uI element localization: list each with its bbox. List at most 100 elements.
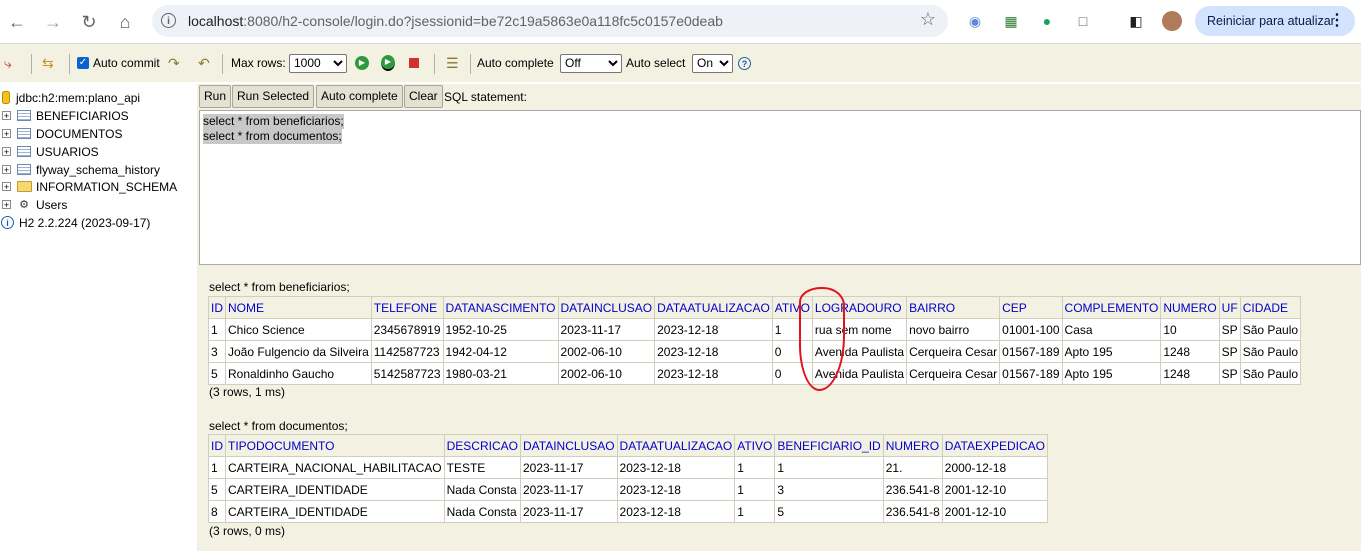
column-header[interactable]: ATIVO <box>771 296 813 319</box>
toolbar-separator <box>31 54 32 74</box>
column-header[interactable]: DATAEXPEDICAO <box>941 434 1049 457</box>
users-icon: ⚙ <box>19 199 29 211</box>
tree-connection[interactable]: jdbc:h2:mem:plano_api <box>2 89 140 106</box>
tree-item-usuarios[interactable]: + USUARIOS <box>2 143 99 160</box>
expand-icon[interactable]: + <box>2 111 11 121</box>
table-cell: CARTEIRA_NACIONAL_HABILITACAO <box>225 456 445 479</box>
table-icon <box>17 146 31 157</box>
back-icon[interactable]: ← <box>4 9 30 35</box>
checkbox-checked-icon[interactable]: ✓ <box>77 57 89 69</box>
expand-icon[interactable]: + <box>2 200 11 210</box>
expand-icon[interactable]: + <box>2 165 11 175</box>
column-header[interactable]: NUMERO <box>882 434 943 457</box>
disconnect-icon[interactable]: ⤷ <box>4 44 12 82</box>
auto-complete-button[interactable]: Auto complete <box>316 85 403 108</box>
column-header[interactable]: TIPODOCUMENTO <box>225 434 445 457</box>
h2-toolbar: ⤷ ⇆ ✓ Auto commit ↷ ↶ Max rows: 1000 ▶ ▶ … <box>0 44 1361 82</box>
column-header[interactable]: BENEFICIARIO_ID <box>774 434 884 457</box>
clear-button[interactable]: Clear <box>404 85 443 108</box>
bookmark-star-icon[interactable]: ☆ <box>920 9 936 30</box>
table-cell: 2023-11-17 <box>519 500 618 523</box>
table-cell: 236.541-8 <box>882 500 943 523</box>
run-icon[interactable]: ▶ <box>355 44 369 82</box>
table-cell: 1 <box>771 318 813 341</box>
table-cell: 2023-12-18 <box>654 362 773 385</box>
update-button-label: Reiniciar para atualizar <box>1207 14 1335 28</box>
sheet-extension-icon[interactable]: ▦ <box>1000 10 1022 32</box>
table-cell: 2023-12-18 <box>616 500 736 523</box>
tree-item-flyway[interactable]: + flyway_schema_history <box>2 161 160 178</box>
column-header[interactable]: ID <box>208 296 226 319</box>
table-icon <box>17 164 31 175</box>
auto-commit-checkbox[interactable]: ✓ Auto commit <box>77 44 160 82</box>
help-icon[interactable]: ? <box>738 44 751 82</box>
column-header[interactable]: DESCRICAO <box>443 434 521 457</box>
home-icon[interactable]: ⌂ <box>112 9 138 35</box>
column-header[interactable]: UF <box>1218 296 1241 319</box>
forward-icon[interactable]: → <box>40 9 66 35</box>
rollback-icon[interactable]: ↶ <box>198 44 210 82</box>
column-header[interactable]: ID <box>208 434 226 457</box>
table-row: 8 CARTEIRA_IDENTIDADE Nada Consta 2023-11-1… <box>208 500 1049 523</box>
menu-dots-icon[interactable]: ⋮ <box>1329 6 1345 36</box>
extensions-puzzle-icon[interactable]: □ <box>1072 10 1094 32</box>
tree-item-users[interactable]: + ⚙ Users <box>2 196 67 213</box>
table-header-row: ID NOME TELEFONE DATANASCIMENTO DATAINCLUSAO… <box>208 296 1302 319</box>
column-header[interactable]: BAIRRO <box>906 296 1001 319</box>
reload-icon[interactable]: ↻ <box>76 9 102 35</box>
tree-item-information-schema[interactable]: + INFORMATION_SCHEMA <box>2 178 177 195</box>
column-header[interactable]: TELEFONE <box>370 296 444 319</box>
result1-count: (3 rows, 1 ms) <box>209 385 286 399</box>
column-header[interactable]: DATAINCLUSAO <box>519 434 618 457</box>
column-header[interactable]: NUMERO <box>1160 296 1220 319</box>
column-header[interactable]: CEP <box>999 296 1063 319</box>
tree-item-label: DOCUMENTOS <box>36 126 123 141</box>
sql-line: select * from documentos; <box>203 129 342 144</box>
table-cell: 2001-12-10 <box>941 478 1049 501</box>
table-cell: 01567-189 <box>999 340 1063 363</box>
table-cell: 1 <box>734 478 776 501</box>
column-header[interactable]: ATIVO <box>734 434 776 457</box>
auto-select-select-wrap: On <box>692 44 733 82</box>
run-selected-icon[interactable]: ▶ <box>381 44 395 82</box>
column-header[interactable]: LOGRADOURO <box>811 296 908 319</box>
column-header[interactable]: COMPLEMENTO <box>1061 296 1162 319</box>
expand-icon[interactable]: + <box>2 129 11 139</box>
commit-icon[interactable]: ↷ <box>168 44 180 82</box>
address-bar[interactable]: i localhost:8080/h2-console/login.do?jse… <box>152 5 948 37</box>
max-rows-select[interactable]: 1000 <box>289 53 347 73</box>
auto-complete-select[interactable]: Off <box>560 53 622 73</box>
run-button[interactable]: Run <box>199 85 232 108</box>
column-header[interactable]: DATAINCLUSAO <box>557 296 656 319</box>
history-icon[interactable]: ☰ <box>446 44 459 82</box>
column-header[interactable]: NOME <box>225 296 372 319</box>
table-cell: Avenida Paulista <box>811 340 908 363</box>
extension-icon[interactable]: ◉ <box>964 10 986 32</box>
refresh-icon[interactable]: ⇆ <box>42 44 54 82</box>
auto-select-select[interactable]: On <box>692 53 733 73</box>
column-header[interactable]: CIDADE <box>1239 296 1302 319</box>
expand-icon[interactable]: + <box>2 147 11 157</box>
result2-count: (3 rows, 0 ms) <box>209 524 286 538</box>
table-cell: SP <box>1218 362 1241 385</box>
column-header[interactable]: DATAATUALIZACAO <box>654 296 773 319</box>
stop-icon[interactable] <box>409 44 419 82</box>
auto-commit-label: Auto commit <box>93 56 160 70</box>
site-info-icon[interactable]: i <box>161 13 176 28</box>
expand-icon[interactable]: + <box>2 182 11 192</box>
signal-extension-icon[interactable]: ● <box>1036 10 1058 32</box>
update-button[interactable]: Reiniciar para atualizar ⋮ <box>1195 6 1355 36</box>
table-cell: 1 <box>208 456 226 479</box>
side-panel-icon[interactable]: ◧ <box>1125 10 1147 32</box>
tree-item-documentos[interactable]: + DOCUMENTOS <box>2 125 122 142</box>
column-header[interactable]: DATAATUALIZACAO <box>616 434 736 457</box>
tree-item-beneficiarios[interactable]: + BENEFICIARIOS <box>2 107 129 124</box>
toolbar-separator <box>470 54 471 74</box>
run-selected-button[interactable]: Run Selected <box>232 85 315 108</box>
sql-editor[interactable]: select * from beneficiarios; select * fr… <box>199 110 1361 265</box>
column-header[interactable]: DATANASCIMENTO <box>442 296 559 319</box>
table-cell: João Fulgencio da Silveira <box>225 340 372 363</box>
table-cell: 1980-03-21 <box>442 362 559 385</box>
table-cell: SP <box>1218 318 1241 341</box>
profile-avatar[interactable] <box>1161 10 1183 32</box>
